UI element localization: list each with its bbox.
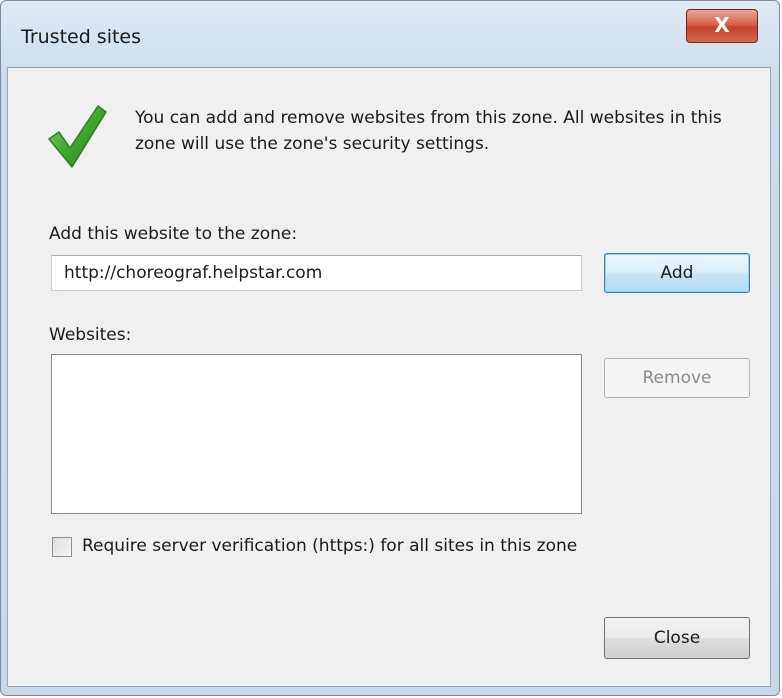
require-https-checkbox[interactable] bbox=[52, 537, 72, 557]
window-title: Trusted sites bbox=[21, 26, 142, 48]
close-button[interactable]: Close bbox=[604, 617, 750, 659]
website-url-input[interactable] bbox=[51, 255, 582, 291]
zone-info-text: You can add and remove websites from thi… bbox=[135, 108, 722, 154]
websites-label: Websites: bbox=[49, 325, 132, 345]
add-button[interactable]: Add bbox=[604, 253, 750, 293]
window-close-button[interactable]: X bbox=[686, 9, 758, 43]
remove-button[interactable]: Remove bbox=[604, 358, 750, 398]
require-https-label[interactable]: Require server verification (https:) for… bbox=[82, 536, 577, 556]
green-checkmark-icon bbox=[48, 105, 107, 168]
trusted-sites-dialog: Trusted sites X You can add and remove w… bbox=[0, 0, 780, 696]
add-website-label: Add this website to the zone: bbox=[49, 224, 298, 244]
websites-list[interactable] bbox=[51, 354, 582, 514]
